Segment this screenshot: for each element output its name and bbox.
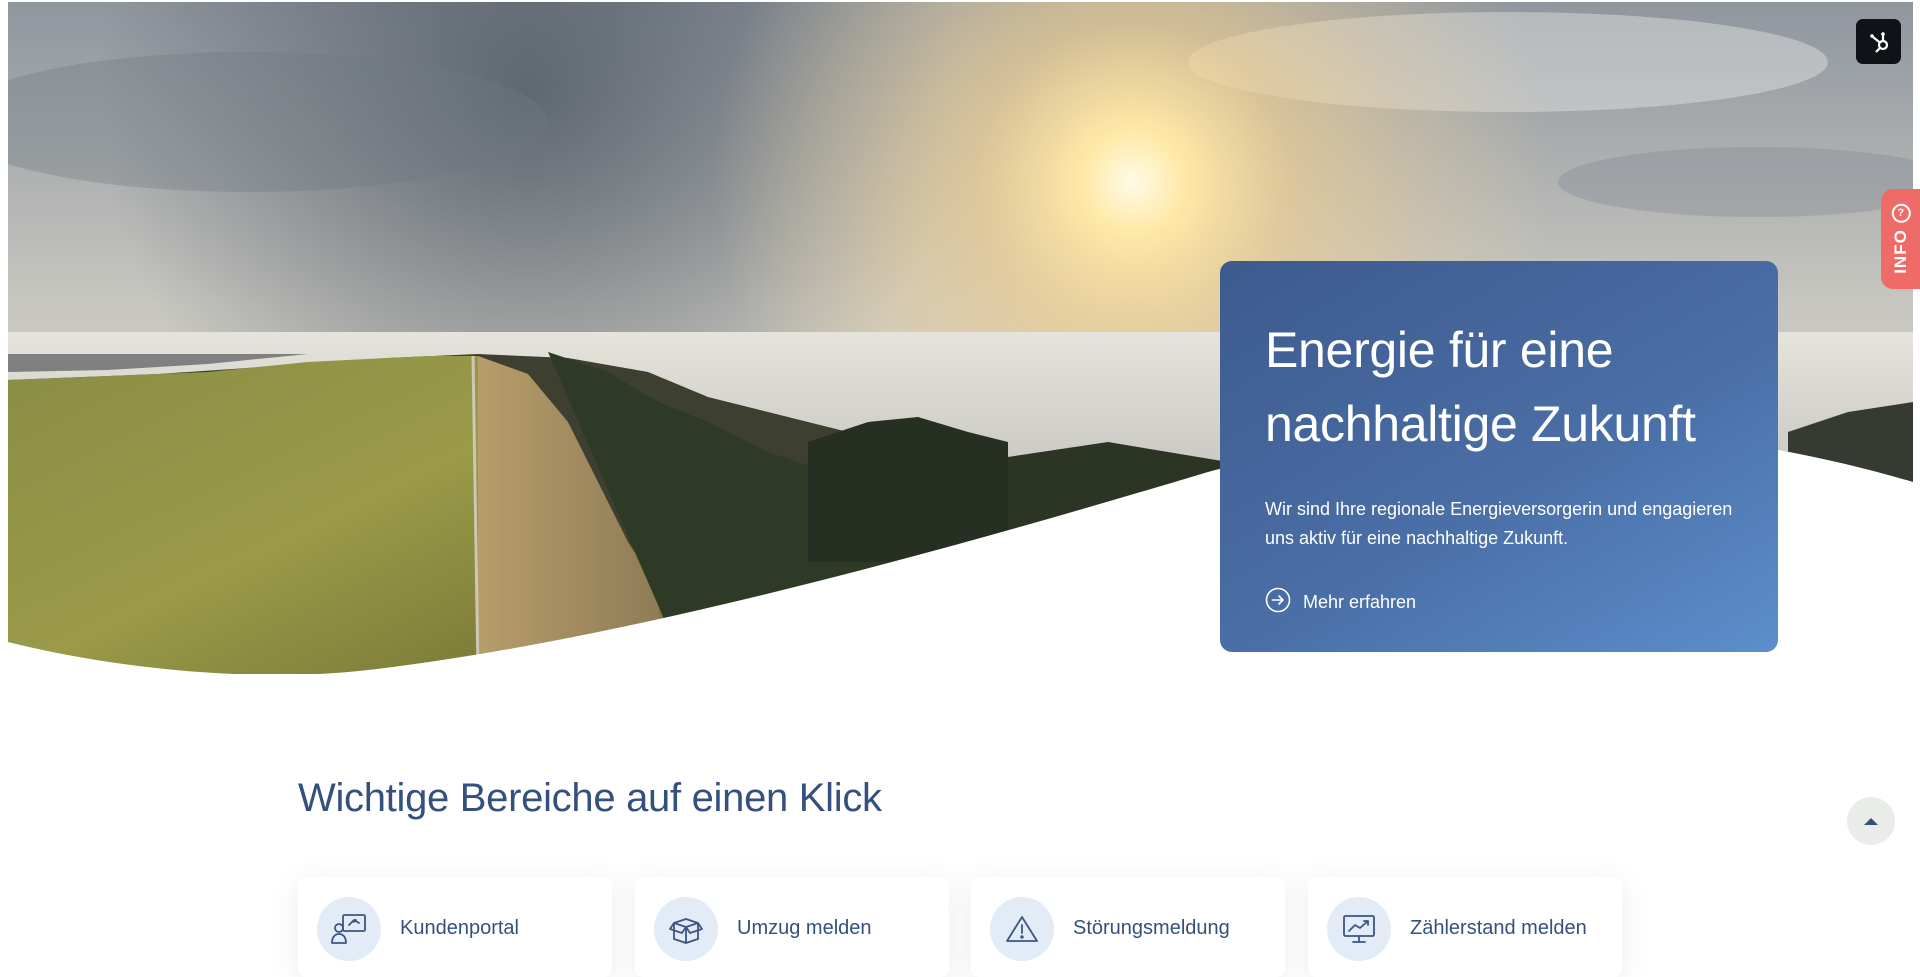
chevron-up-icon xyxy=(1864,818,1878,825)
quicklink-label: Störungsmeldung xyxy=(1073,917,1230,939)
hero-card: Energie für eine nachhaltige Zukunft Wir… xyxy=(1220,261,1778,652)
question-icon: ? xyxy=(1891,204,1911,224)
hero-text: Wir sind Ihre regionale Energieversorger… xyxy=(1265,499,1733,548)
quicklink-label: Zählerstand melden xyxy=(1410,917,1587,939)
customer-portal-icon xyxy=(317,897,381,961)
quicklink-meter-reading[interactable]: Zählerstand melden xyxy=(1308,877,1622,977)
info-side-tab[interactable]: INFO ? xyxy=(1881,189,1920,289)
quicklink-customer-portal[interactable]: Kundenportal xyxy=(298,877,612,977)
quicklinks-title: Wichtige Bereiche auf einen Klick xyxy=(298,776,882,820)
scroll-to-top-button[interactable] xyxy=(1847,797,1895,845)
arrow-circle-icon xyxy=(1265,587,1291,618)
meter-reading-icon xyxy=(1327,897,1391,961)
hero-title: Energie für eine nachhaltige Zukunft xyxy=(1265,322,1696,452)
more-info-label: Mehr erfahren xyxy=(1303,592,1417,612)
quicklink-outage[interactable]: Störungsmeldung xyxy=(971,877,1285,977)
info-tab-label: INFO xyxy=(1890,229,1910,274)
hubspot-icon[interactable] xyxy=(1856,19,1901,64)
warning-icon xyxy=(990,897,1054,961)
more-info-link[interactable]: Mehr erfahren xyxy=(1265,587,1734,618)
quicklink-moving[interactable]: Umzug melden xyxy=(635,877,949,977)
quicklink-label: Kundenportal xyxy=(400,917,519,939)
moving-box-icon xyxy=(654,897,718,961)
quicklink-label: Umzug melden xyxy=(737,917,872,939)
